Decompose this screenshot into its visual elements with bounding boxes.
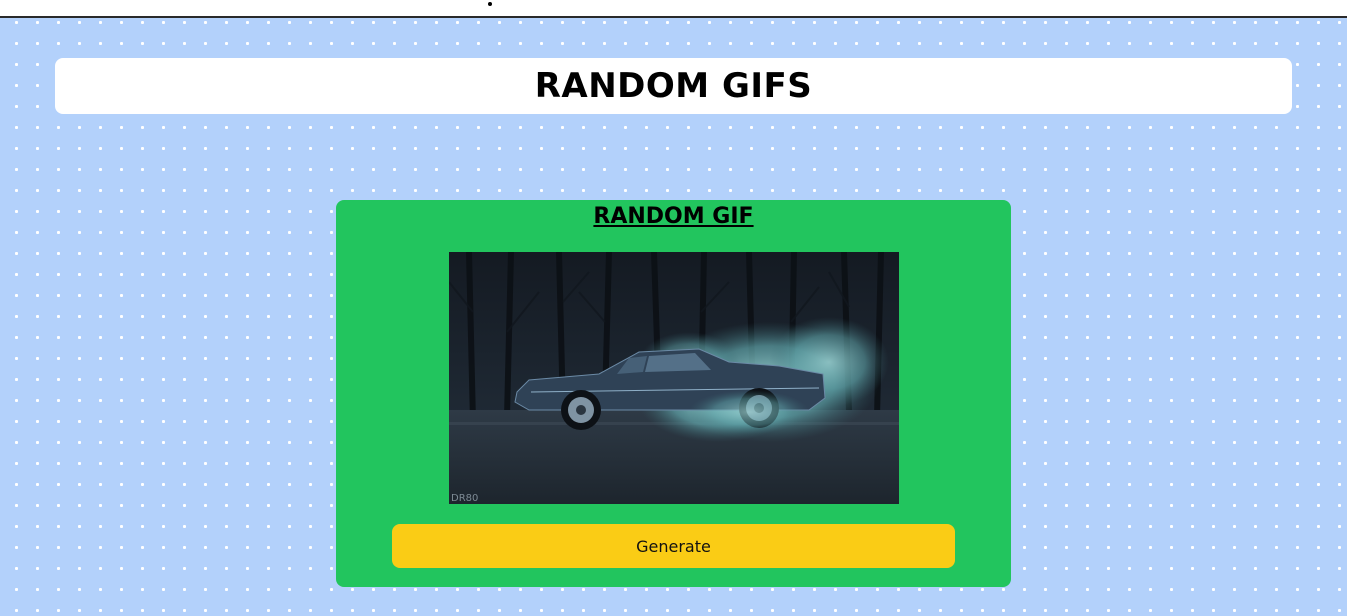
gif-watermark: DR80 — [451, 493, 478, 504]
gif-image: DR80 — [449, 252, 899, 504]
card-title: RANDOM GIF — [593, 204, 754, 229]
header-bar: RANDOM GIFS — [55, 58, 1292, 114]
browser-top-edge — [0, 0, 1347, 18]
cursor-dot — [488, 2, 492, 6]
generate-button[interactable]: Generate — [392, 524, 955, 568]
page-title: RANDOM GIFS — [534, 66, 813, 106]
random-gif-card: RANDOM GIF DR80 Generate — [336, 200, 1011, 587]
